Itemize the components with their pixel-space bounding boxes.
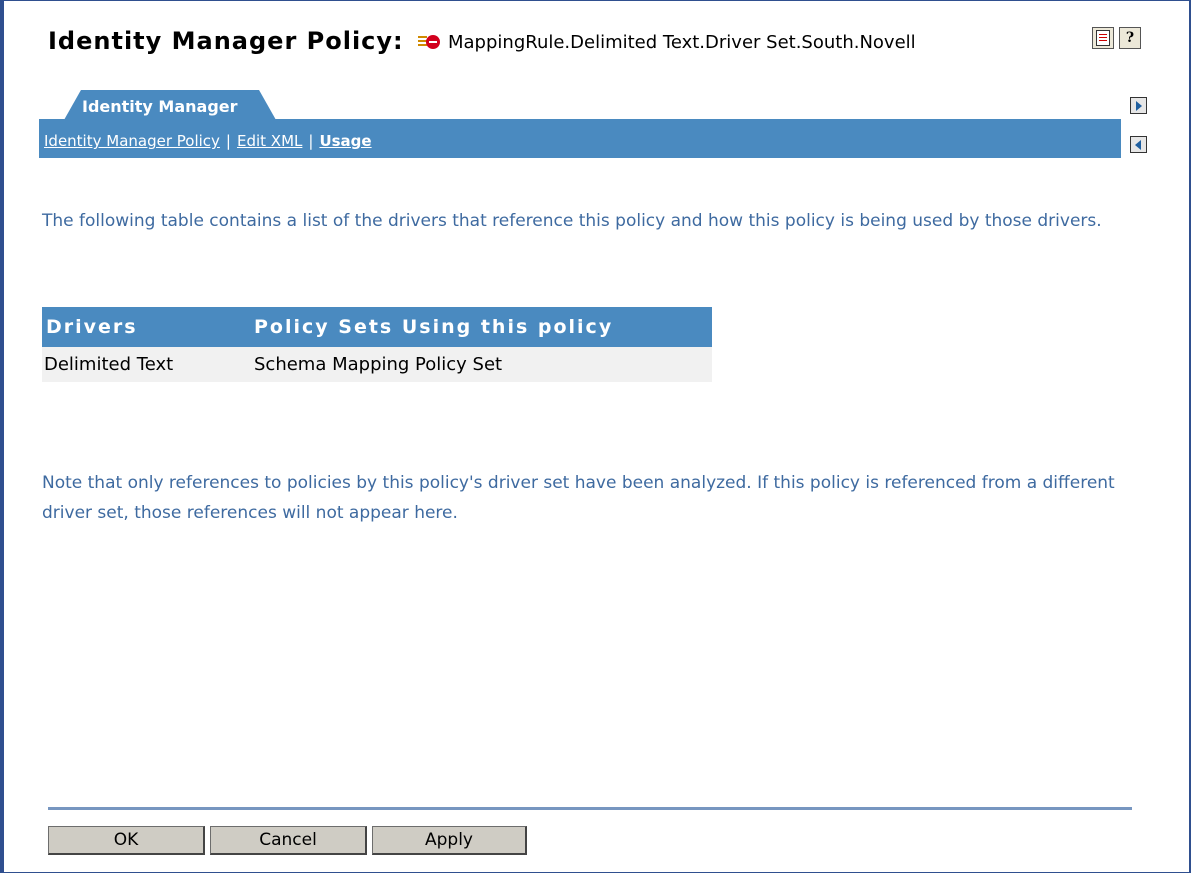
table-row: Delimited Text Schema Mapping Policy Set [42,347,712,382]
help-glyph: ? [1125,30,1135,46]
column-header-drivers: Drivers [42,307,244,347]
policy-window: Identity Manager Policy: MappingRule.Del… [0,0,1191,873]
cell-driver: Delimited Text [42,347,244,382]
link-edit-xml[interactable]: Edit XML [237,132,302,150]
scroll-right-icon[interactable] [1130,97,1147,114]
usage-table: Drivers Policy Sets Using this policy De… [42,307,712,382]
cell-policy-set: Schema Mapping Policy Set [244,347,712,382]
page-title: Identity Manager Policy: [48,27,404,55]
link-separator: | [225,132,231,150]
scroll-left-icon[interactable] [1130,136,1147,153]
apply-button[interactable]: Apply [372,826,527,855]
intro-text: The following table contains a list of t… [42,211,1102,231]
policy-object-icon [418,33,440,51]
help-icon[interactable]: ? [1119,27,1141,49]
tab-identity-manager-label: Identity Manager [82,97,238,116]
table-header-row: Drivers Policy Sets Using this policy [42,307,712,347]
column-header-policy-sets: Policy Sets Using this policy [244,307,712,347]
policy-object: MappingRule.Delimited Text.Driver Set.So… [418,28,916,56]
link-identity-manager-policy[interactable]: Identity Manager Policy [44,132,220,150]
link-usage[interactable]: Usage [319,132,371,150]
sub-tab-links: Identity Manager Policy | Edit XML | Usage [44,132,372,150]
link-separator: | [308,132,314,150]
ok-button[interactable]: OK [48,826,205,855]
policy-object-name: MappingRule.Delimited Text.Driver Set.So… [448,31,916,53]
note-text: Note that only references to policies by… [42,473,1115,523]
cancel-button[interactable]: Cancel [210,826,367,855]
tasks-icon[interactable] [1092,27,1114,49]
footer-divider [48,807,1132,810]
